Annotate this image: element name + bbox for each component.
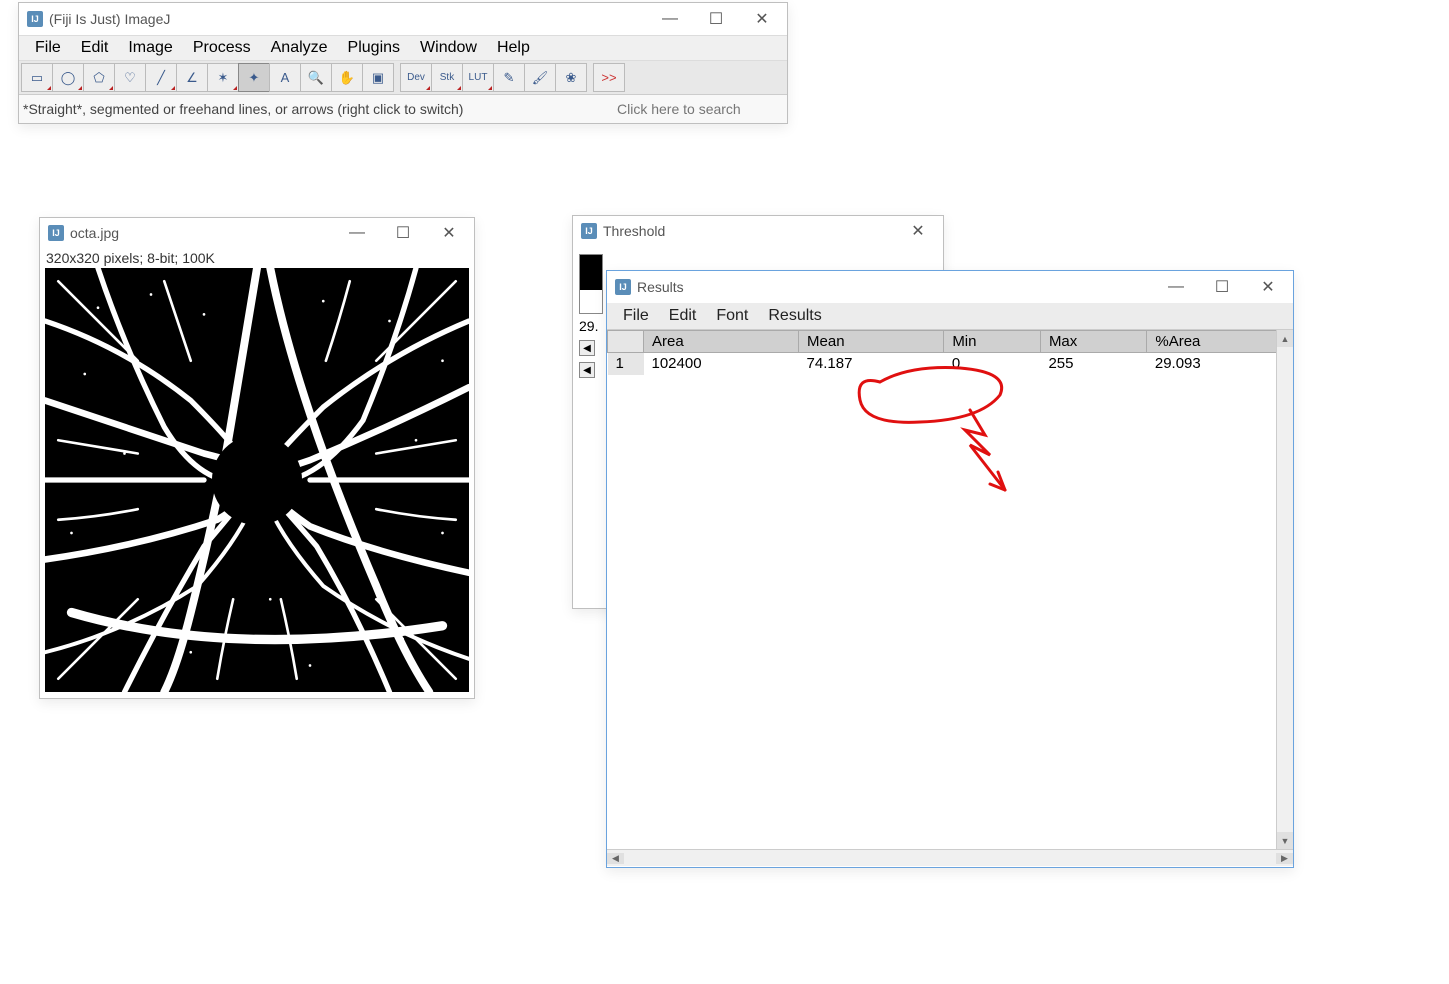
fiji-app-icon: IJ	[581, 223, 597, 239]
brush-tool[interactable]: 🖌	[524, 63, 556, 92]
oval-tool[interactable]: ◯	[52, 63, 84, 92]
close-button[interactable]: ✕	[426, 218, 472, 248]
fiji-titlebar[interactable]: IJ (Fiji Is Just) ImageJ — ☐ ✕	[19, 3, 787, 35]
pencil-tool[interactable]: ✎	[493, 63, 525, 92]
cell-area: 102400	[644, 353, 799, 375]
horizontal-scrollbar[interactable]: ◀ ▶	[607, 849, 1293, 866]
close-button[interactable]: ✕	[1245, 272, 1291, 302]
line-tool[interactable]: ╱	[145, 63, 177, 92]
results-window: IJ Results — ☐ ✕ FileEditFontResults Are…	[606, 270, 1294, 868]
scroll-down-icon[interactable]: ▼	[1277, 832, 1293, 849]
results-menubar: FileEditFontResults	[607, 303, 1293, 329]
cell-max: 255	[1040, 353, 1146, 375]
fiji-menubar: FileEditImageProcessAnalyzePluginsWindow…	[19, 35, 787, 61]
menu-file[interactable]: File	[25, 37, 71, 59]
results-menu-file[interactable]: File	[613, 305, 659, 327]
threshold-slider-left-2[interactable]: ◀	[579, 362, 595, 378]
stk-tool[interactable]: Stk	[431, 63, 463, 92]
results-body: AreaMeanMinMax%Area 110240074.187025529.…	[607, 329, 1293, 849]
maximize-button[interactable]: ☐	[1199, 272, 1245, 302]
image-canvas[interactable]	[45, 268, 469, 692]
fiji-app-icon: IJ	[27, 11, 43, 27]
fiji-app-icon: IJ	[615, 279, 631, 295]
minimize-button[interactable]: —	[647, 4, 693, 34]
search-input[interactable]	[615, 100, 783, 118]
minimize-button[interactable]: —	[334, 218, 380, 248]
results-header-area[interactable]: Area	[644, 331, 799, 353]
results-titlebar[interactable]: IJ Results — ☐ ✕	[607, 271, 1293, 303]
hand-tool[interactable]: ✋	[331, 63, 363, 92]
results-header-mean[interactable]: Mean	[799, 331, 944, 353]
image-info: 320x320 pixels; 8-bit; 100K	[40, 248, 474, 268]
results-header-idx[interactable]	[608, 331, 644, 353]
cell-idx: 1	[608, 353, 644, 375]
close-button[interactable]: ✕	[895, 216, 941, 246]
menu-image[interactable]: Image	[118, 37, 182, 59]
more-tools-button[interactable]: >>	[593, 63, 625, 92]
magnify-tool[interactable]: 🔍	[300, 63, 332, 92]
results-title: Results	[637, 279, 1153, 295]
freehand-tool[interactable]: ♡	[114, 63, 146, 92]
menu-plugins[interactable]: Plugins	[338, 37, 410, 59]
angle-tool[interactable]: ∠	[176, 63, 208, 92]
results-header-max[interactable]: Max	[1040, 331, 1146, 353]
results-header-pctarea[interactable]: %Area	[1147, 331, 1293, 353]
polygon-tool[interactable]: ⬠	[83, 63, 115, 92]
maximize-button[interactable]: ☐	[693, 4, 739, 34]
fiji-title: (Fiji Is Just) ImageJ	[49, 11, 647, 27]
image-title: octa.jpg	[70, 225, 334, 241]
results-menu-edit[interactable]: Edit	[659, 305, 707, 327]
scroll-left-icon[interactable]: ◀	[607, 853, 624, 864]
results-table: AreaMeanMinMax%Area 110240074.187025529.…	[607, 330, 1293, 375]
menu-process[interactable]: Process	[183, 37, 261, 59]
dev-tool[interactable]: Dev	[400, 63, 432, 92]
color-picker-tool[interactable]: ▣	[362, 63, 394, 92]
fiji-statusbar: *Straight*, segmented or freehand lines,…	[19, 95, 787, 123]
close-button[interactable]: ✕	[739, 4, 785, 34]
menu-edit[interactable]: Edit	[71, 37, 119, 59]
maximize-button[interactable]: ☐	[380, 218, 426, 248]
rectangle-tool[interactable]: ▭	[21, 63, 53, 92]
results-menu-results[interactable]: Results	[758, 305, 831, 327]
table-row[interactable]: 110240074.187025529.093	[608, 353, 1293, 375]
text-tool[interactable]: A	[269, 63, 301, 92]
menu-analyze[interactable]: Analyze	[261, 37, 338, 59]
spray-tool[interactable]: ❀	[555, 63, 587, 92]
menu-help[interactable]: Help	[487, 37, 540, 59]
image-window: IJ octa.jpg — ☐ ✕ 320x320 pixels; 8-bit;…	[39, 217, 475, 699]
cell-min: 0	[944, 353, 1041, 375]
lut-tool[interactable]: LUT	[462, 63, 494, 92]
results-menu-font[interactable]: Font	[706, 305, 758, 327]
fiji-status-text: *Straight*, segmented or freehand lines,…	[23, 101, 463, 117]
cell-pctarea: 29.093	[1147, 353, 1293, 375]
image-titlebar[interactable]: IJ octa.jpg — ☐ ✕	[40, 218, 474, 248]
scroll-right-icon[interactable]: ▶	[1276, 853, 1293, 864]
results-header-min[interactable]: Min	[944, 331, 1041, 353]
vertical-scrollbar[interactable]: ▲ ▼	[1276, 330, 1293, 849]
menu-window[interactable]: Window	[410, 37, 487, 59]
minimize-button[interactable]: —	[1153, 272, 1199, 302]
threshold-titlebar[interactable]: IJ Threshold ✕	[573, 216, 943, 246]
cell-mean: 74.187	[799, 353, 944, 375]
threshold-histogram	[579, 254, 603, 314]
threshold-slider-left[interactable]: ◀	[579, 340, 595, 356]
fiji-main-window: IJ (Fiji Is Just) ImageJ — ☐ ✕ FileEditI…	[18, 2, 788, 124]
threshold-title: Threshold	[603, 223, 895, 239]
point-tool[interactable]: ✶	[207, 63, 239, 92]
fiji-toolbar: ▭◯⬠♡╱∠✶✦A🔍✋▣DevStkLUT✎🖌❀>>	[19, 61, 787, 95]
wand-tool[interactable]: ✦	[238, 63, 270, 92]
scroll-up-icon[interactable]: ▲	[1277, 330, 1293, 347]
fiji-app-icon: IJ	[48, 225, 64, 241]
